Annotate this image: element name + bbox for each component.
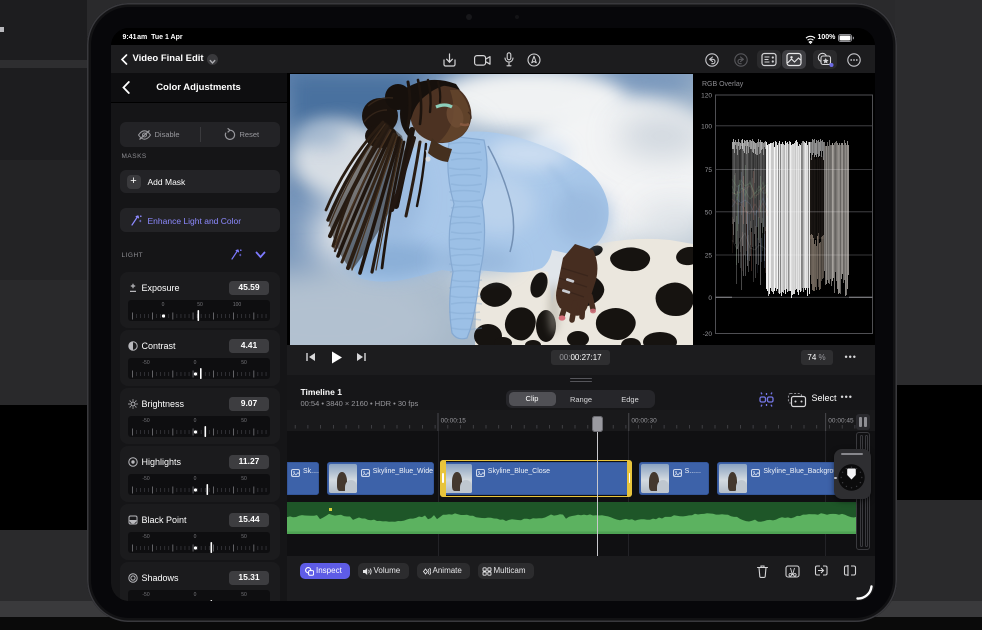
svg-text:100: 100 (701, 123, 712, 130)
svg-text:00:00:45: 00:00:45 (828, 418, 854, 425)
svg-text:RGB Overlay: RGB Overlay (702, 81, 744, 88)
svg-text:25: 25 (705, 253, 713, 260)
svg-text:75: 75 (705, 167, 713, 174)
svg-text:120: 120 (701, 93, 712, 100)
svg-text:00:00:30: 00:00:30 (631, 418, 657, 425)
svg-text:00:00:15: 00:00:15 (441, 418, 467, 425)
svg-text:50: 50 (705, 209, 713, 216)
svg-text:-20: -20 (703, 331, 713, 338)
svg-text:0: 0 (708, 295, 712, 302)
